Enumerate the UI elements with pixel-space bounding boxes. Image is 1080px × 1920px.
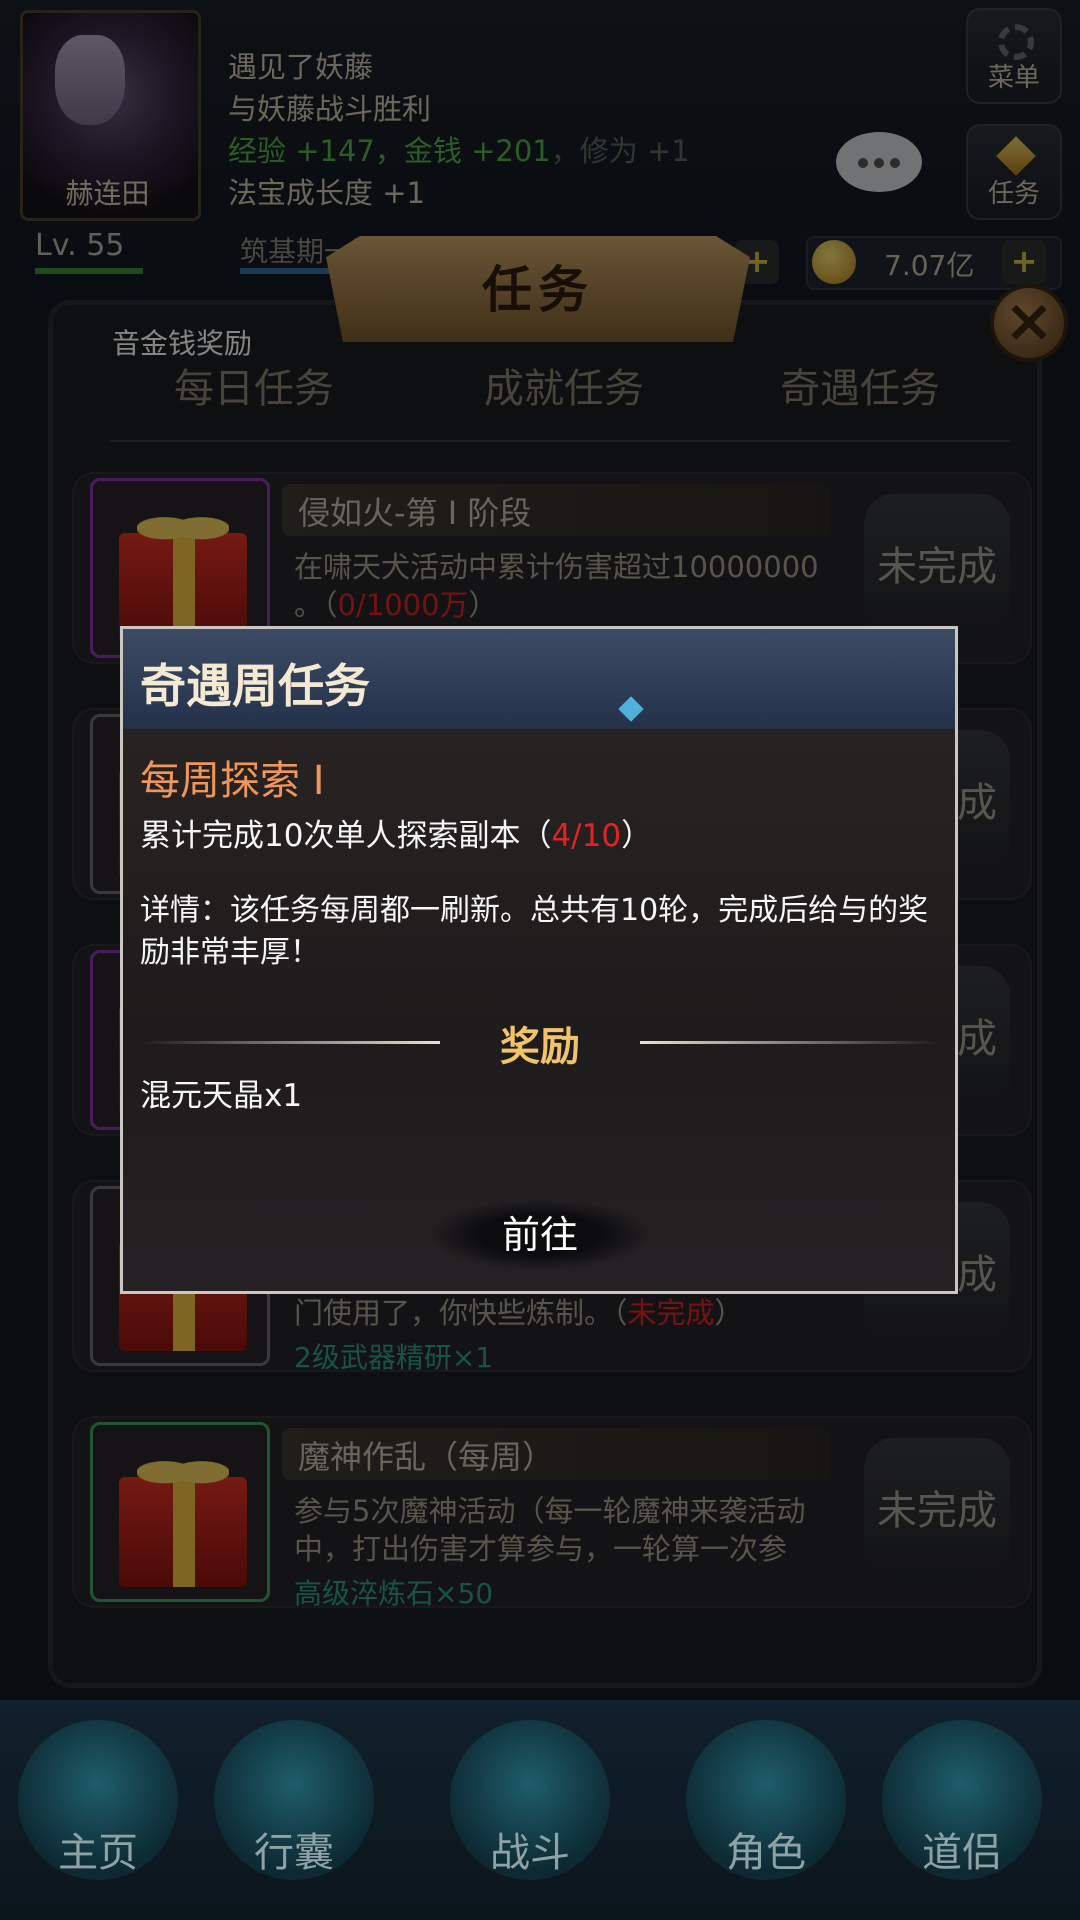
quest-name: 每周探索 I [140,758,325,804]
nav-item-label[interactable]: 战斗 [440,1820,620,1878]
go-button[interactable]: 前往 [430,1200,650,1270]
requirement-progress: 4/10 [551,818,622,854]
requirement-text: 累计完成10次单人探索副本（ [140,818,552,854]
reward-divider-left [140,1041,440,1044]
nav-item-label[interactable]: 主页 [8,1820,188,1878]
quest-requirement: 累计完成10次单人探索副本（4/10） [140,810,652,855]
nav-item-label[interactable]: 行囊 [204,1820,384,1878]
dialog-title: 奇遇周任务 [140,659,370,713]
reward-divider-right [640,1041,940,1044]
nav-item-label[interactable]: 道侣 [872,1820,1052,1878]
nav-item-label[interactable]: 角色 [676,1820,856,1878]
reward-header: 奖励 [500,1024,580,1070]
quest-detail: 详情：该任务每周都一刷新。总共有10轮，完成后给与的奖励非常丰厚！ [140,893,929,970]
requirement-close: ） [621,818,653,854]
reward-item: 混元天晶x1 [140,1078,303,1114]
